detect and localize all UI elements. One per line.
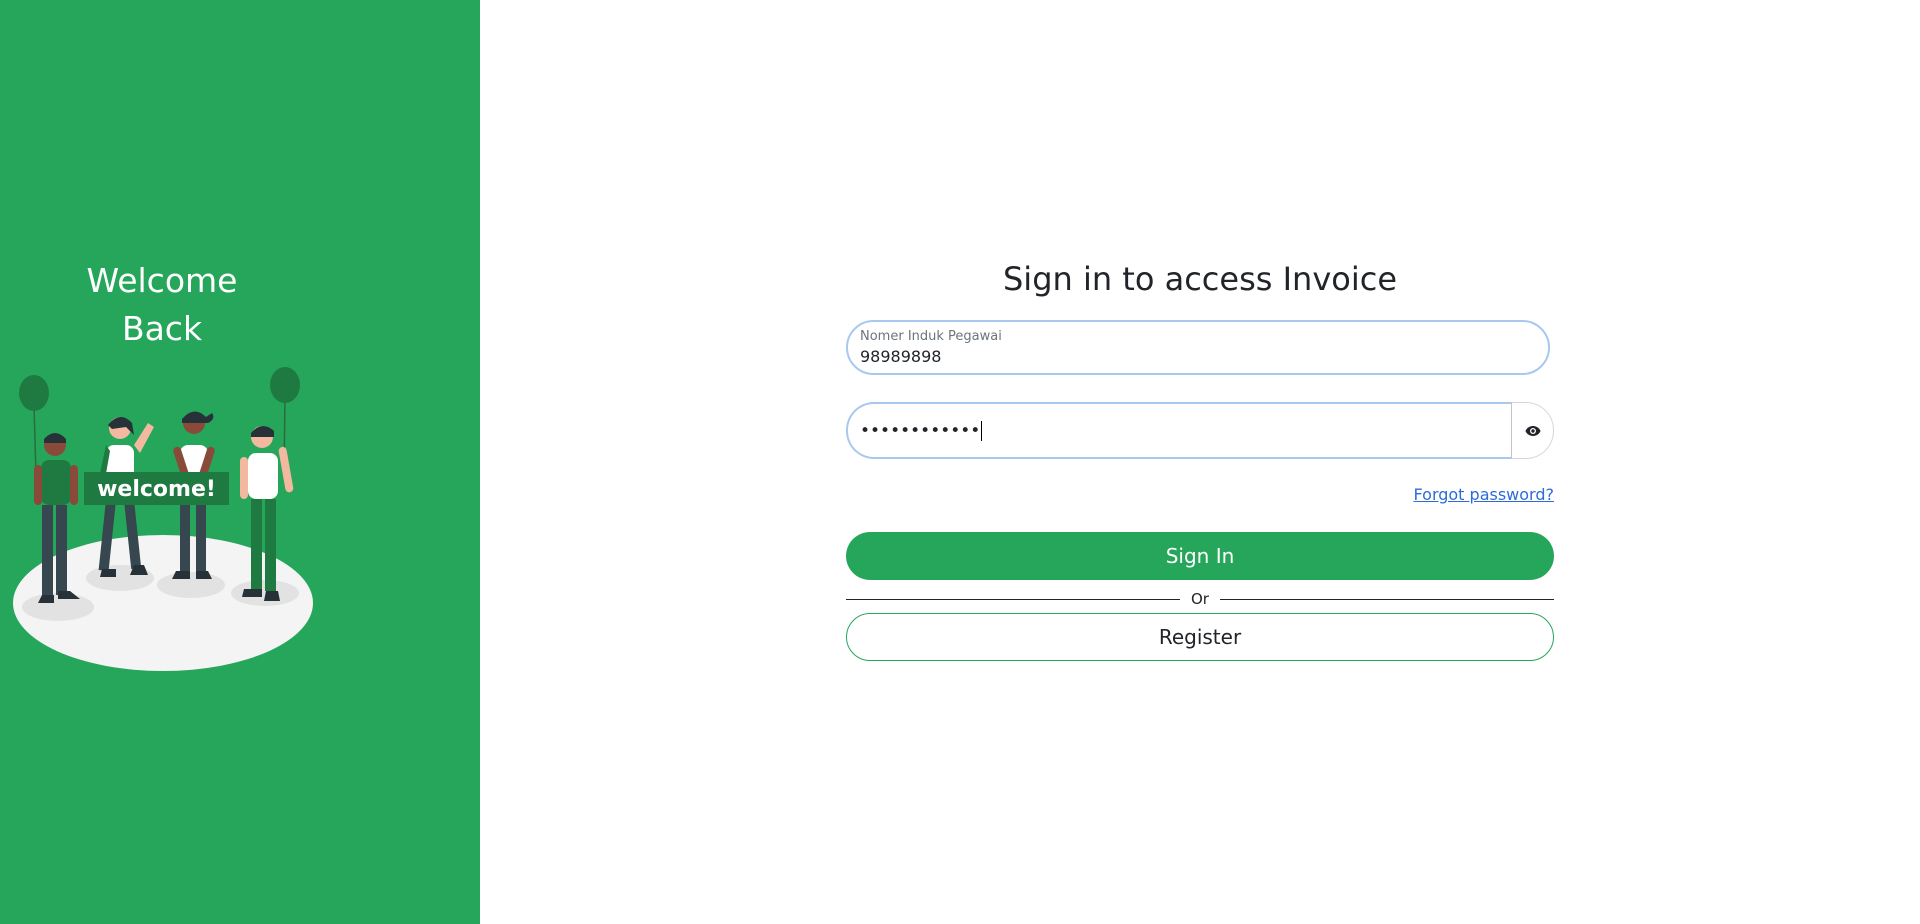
forgot-password-link[interactable]: Forgot password? — [1414, 485, 1554, 504]
divider-line-right — [1220, 599, 1554, 600]
toggle-password-button[interactable] — [1512, 402, 1554, 459]
welcome-title: Welcome Back — [0, 257, 324, 353]
sign-in-button[interactable]: Sign In — [846, 532, 1554, 580]
password-mask: •••••••••••• — [860, 421, 981, 441]
password-input[interactable]: •••••••••••• — [860, 421, 983, 441]
nip-label: Nomer Induk Pegawai — [860, 329, 1002, 344]
or-divider: Or — [846, 589, 1554, 609]
eye-icon — [1525, 425, 1540, 436]
welcome-banner-text: welcome! — [97, 477, 216, 502]
welcome-line-1: Welcome — [86, 261, 238, 300]
nip-field[interactable]: Nomer Induk Pegawai 98989898 — [846, 320, 1550, 375]
welcome-panel: Welcome Back welcome! — [0, 0, 480, 924]
page-title: Sign in to access Invoice — [1002, 260, 1397, 298]
welcome-line-2: Back — [121, 309, 203, 348]
password-field[interactable]: •••••••••••• — [846, 402, 1512, 459]
text-caret — [981, 421, 983, 441]
welcome-illustration: welcome! — [13, 367, 313, 671]
register-button[interactable]: Register — [846, 613, 1554, 661]
nip-input[interactable]: 98989898 — [860, 347, 941, 366]
